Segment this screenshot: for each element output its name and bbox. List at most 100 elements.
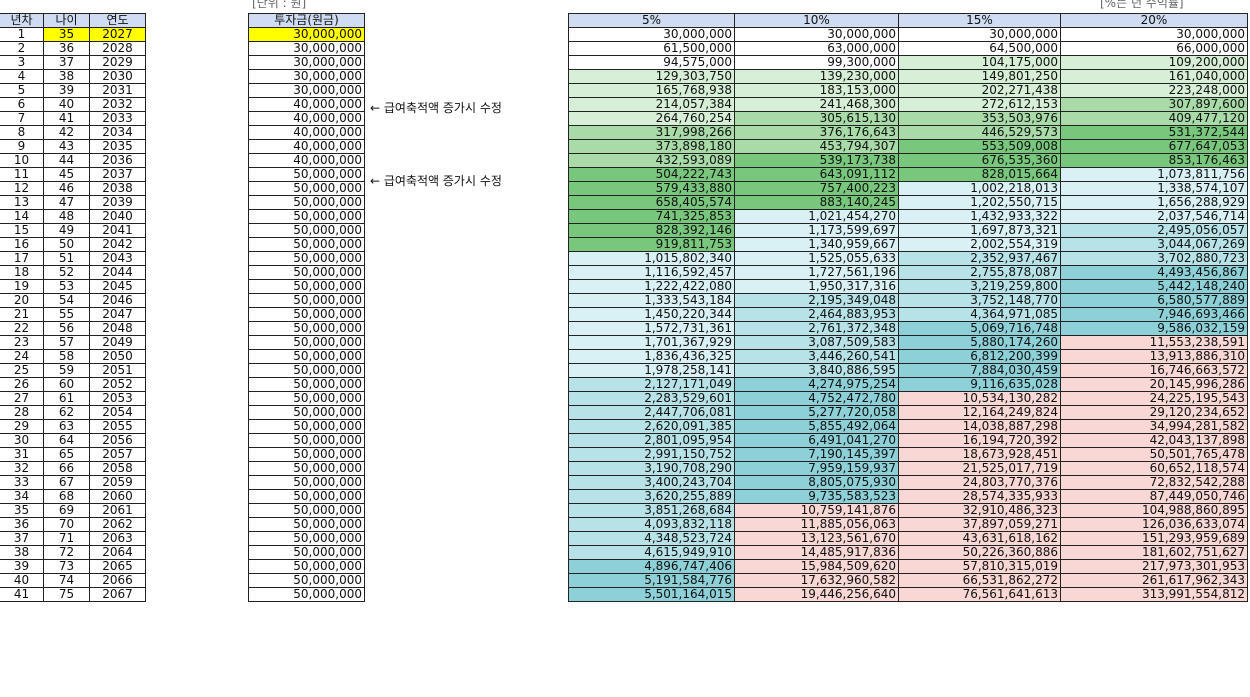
year-cell[interactable]: 2067	[89, 587, 146, 602]
age-cell[interactable]: 56	[43, 321, 90, 336]
year-cell[interactable]: 2064	[89, 545, 146, 560]
year-index-cell[interactable]: 22	[0, 321, 44, 336]
year-index-cell[interactable]: 25	[0, 363, 44, 378]
return-cell-20[interactable]: 50,501,765,478	[1060, 447, 1248, 462]
return-cell-20[interactable]: 29,120,234,652	[1060, 405, 1248, 420]
return-cell-15[interactable]: 2,755,878,087	[898, 265, 1061, 280]
return-cell-10[interactable]: 5,277,720,058	[734, 405, 899, 420]
investment-cell[interactable]: 50,000,000	[248, 573, 365, 588]
year-index-cell[interactable]: 29	[0, 419, 44, 434]
year-cell[interactable]: 2029	[89, 55, 146, 70]
year-cell[interactable]: 2043	[89, 251, 146, 266]
return-cell-5[interactable]: 4,348,523,724	[568, 531, 735, 546]
year-cell[interactable]: 2061	[89, 503, 146, 518]
return-cell-15[interactable]: 43,631,618,162	[898, 531, 1061, 546]
return-cell-5[interactable]: 61,500,000	[568, 41, 735, 56]
year-cell[interactable]: 2062	[89, 517, 146, 532]
year-index-cell[interactable]: 7	[0, 111, 44, 126]
year-index-cell[interactable]: 39	[0, 559, 44, 574]
return-cell-20[interactable]: 72,832,542,288	[1060, 475, 1248, 490]
return-cell-10[interactable]: 1,021,454,270	[734, 209, 899, 224]
age-cell[interactable]: 43	[43, 139, 90, 154]
return-cell-5[interactable]: 5,191,584,776	[568, 573, 735, 588]
return-cell-15[interactable]: 64,500,000	[898, 41, 1061, 56]
investment-cell[interactable]: 50,000,000	[248, 293, 365, 308]
investment-cell[interactable]: 50,000,000	[248, 503, 365, 518]
return-cell-15[interactable]: 6,812,200,399	[898, 349, 1061, 364]
return-cell-10[interactable]: 13,123,561,670	[734, 531, 899, 546]
return-cell-15[interactable]: 353,503,976	[898, 111, 1061, 126]
return-cell-20[interactable]: 531,372,544	[1060, 125, 1248, 140]
return-cell-20[interactable]: 66,000,000	[1060, 41, 1248, 56]
investment-cell[interactable]: 50,000,000	[248, 349, 365, 364]
year-index-cell[interactable]: 28	[0, 405, 44, 420]
age-cell[interactable]: 67	[43, 475, 90, 490]
return-cell-10[interactable]: 5,855,492,064	[734, 419, 899, 434]
return-cell-15[interactable]: 12,164,249,824	[898, 405, 1061, 420]
return-cell-5[interactable]: 4,896,747,406	[568, 559, 735, 574]
return-cell-20[interactable]: 409,477,120	[1060, 111, 1248, 126]
year-index-cell[interactable]: 27	[0, 391, 44, 406]
age-cell[interactable]: 63	[43, 419, 90, 434]
return-cell-5[interactable]: 1,836,436,325	[568, 349, 735, 364]
investment-cell[interactable]: 40,000,000	[248, 139, 365, 154]
return-cell-5[interactable]: 1,978,258,141	[568, 363, 735, 378]
return-cell-15[interactable]: 30,000,000	[898, 27, 1061, 42]
year-index-cell[interactable]: 18	[0, 265, 44, 280]
return-cell-5[interactable]: 432,593,089	[568, 153, 735, 168]
year-cell[interactable]: 2053	[89, 391, 146, 406]
return-cell-10[interactable]: 15,984,509,620	[734, 559, 899, 574]
return-cell-15[interactable]: 202,271,438	[898, 83, 1061, 98]
return-cell-15[interactable]: 1,202,550,715	[898, 195, 1061, 210]
return-cell-5[interactable]: 504,222,743	[568, 167, 735, 182]
header-age[interactable]: 나이	[43, 13, 90, 28]
return-cell-5[interactable]: 1,701,367,929	[568, 335, 735, 350]
return-cell-20[interactable]: 217,973,301,953	[1060, 559, 1248, 574]
return-cell-5[interactable]: 919,811,753	[568, 237, 735, 252]
return-cell-10[interactable]: 17,632,960,582	[734, 573, 899, 588]
return-cell-10[interactable]: 3,840,886,595	[734, 363, 899, 378]
year-cell[interactable]: 2054	[89, 405, 146, 420]
year-cell[interactable]: 2050	[89, 349, 146, 364]
age-cell[interactable]: 36	[43, 41, 90, 56]
return-cell-10[interactable]: 1,173,599,697	[734, 223, 899, 238]
age-cell[interactable]: 42	[43, 125, 90, 140]
return-cell-20[interactable]: 307,897,600	[1060, 97, 1248, 112]
age-cell[interactable]: 54	[43, 293, 90, 308]
investment-cell[interactable]: 50,000,000	[248, 489, 365, 504]
return-cell-15[interactable]: 14,038,887,298	[898, 419, 1061, 434]
year-index-cell[interactable]: 10	[0, 153, 44, 168]
return-cell-15[interactable]: 446,529,573	[898, 125, 1061, 140]
return-cell-20[interactable]: 2,037,546,714	[1060, 209, 1248, 224]
return-cell-15[interactable]: 5,880,174,260	[898, 335, 1061, 350]
investment-cell[interactable]: 50,000,000	[248, 209, 365, 224]
investment-cell[interactable]: 30,000,000	[248, 27, 365, 42]
return-cell-15[interactable]: 21,525,017,719	[898, 461, 1061, 476]
age-cell[interactable]: 51	[43, 251, 90, 266]
return-cell-15[interactable]: 3,752,148,770	[898, 293, 1061, 308]
return-cell-15[interactable]: 32,910,486,323	[898, 503, 1061, 518]
year-index-cell[interactable]: 35	[0, 503, 44, 518]
return-cell-20[interactable]: 5,442,148,240	[1060, 279, 1248, 294]
return-cell-10[interactable]: 10,759,141,876	[734, 503, 899, 518]
age-cell[interactable]: 49	[43, 223, 90, 238]
age-cell[interactable]: 62	[43, 405, 90, 420]
investment-cell[interactable]: 50,000,000	[248, 433, 365, 448]
year-index-cell[interactable]: 20	[0, 293, 44, 308]
investment-cell[interactable]: 30,000,000	[248, 41, 365, 56]
year-cell[interactable]: 2041	[89, 223, 146, 238]
investment-cell[interactable]: 50,000,000	[248, 377, 365, 392]
age-cell[interactable]: 59	[43, 363, 90, 378]
return-cell-20[interactable]: 60,652,118,574	[1060, 461, 1248, 476]
age-cell[interactable]: 57	[43, 335, 90, 350]
age-cell[interactable]: 41	[43, 111, 90, 126]
return-cell-20[interactable]: 104,988,860,895	[1060, 503, 1248, 518]
age-cell[interactable]: 38	[43, 69, 90, 84]
age-cell[interactable]: 47	[43, 195, 90, 210]
header-rate-20[interactable]: 20%	[1060, 13, 1248, 28]
return-cell-20[interactable]: 3,044,067,269	[1060, 237, 1248, 252]
header-year[interactable]: 연도	[89, 13, 146, 28]
year-cell[interactable]: 2063	[89, 531, 146, 546]
return-cell-5[interactable]: 5,501,164,015	[568, 587, 735, 602]
return-cell-10[interactable]: 3,087,509,583	[734, 335, 899, 350]
